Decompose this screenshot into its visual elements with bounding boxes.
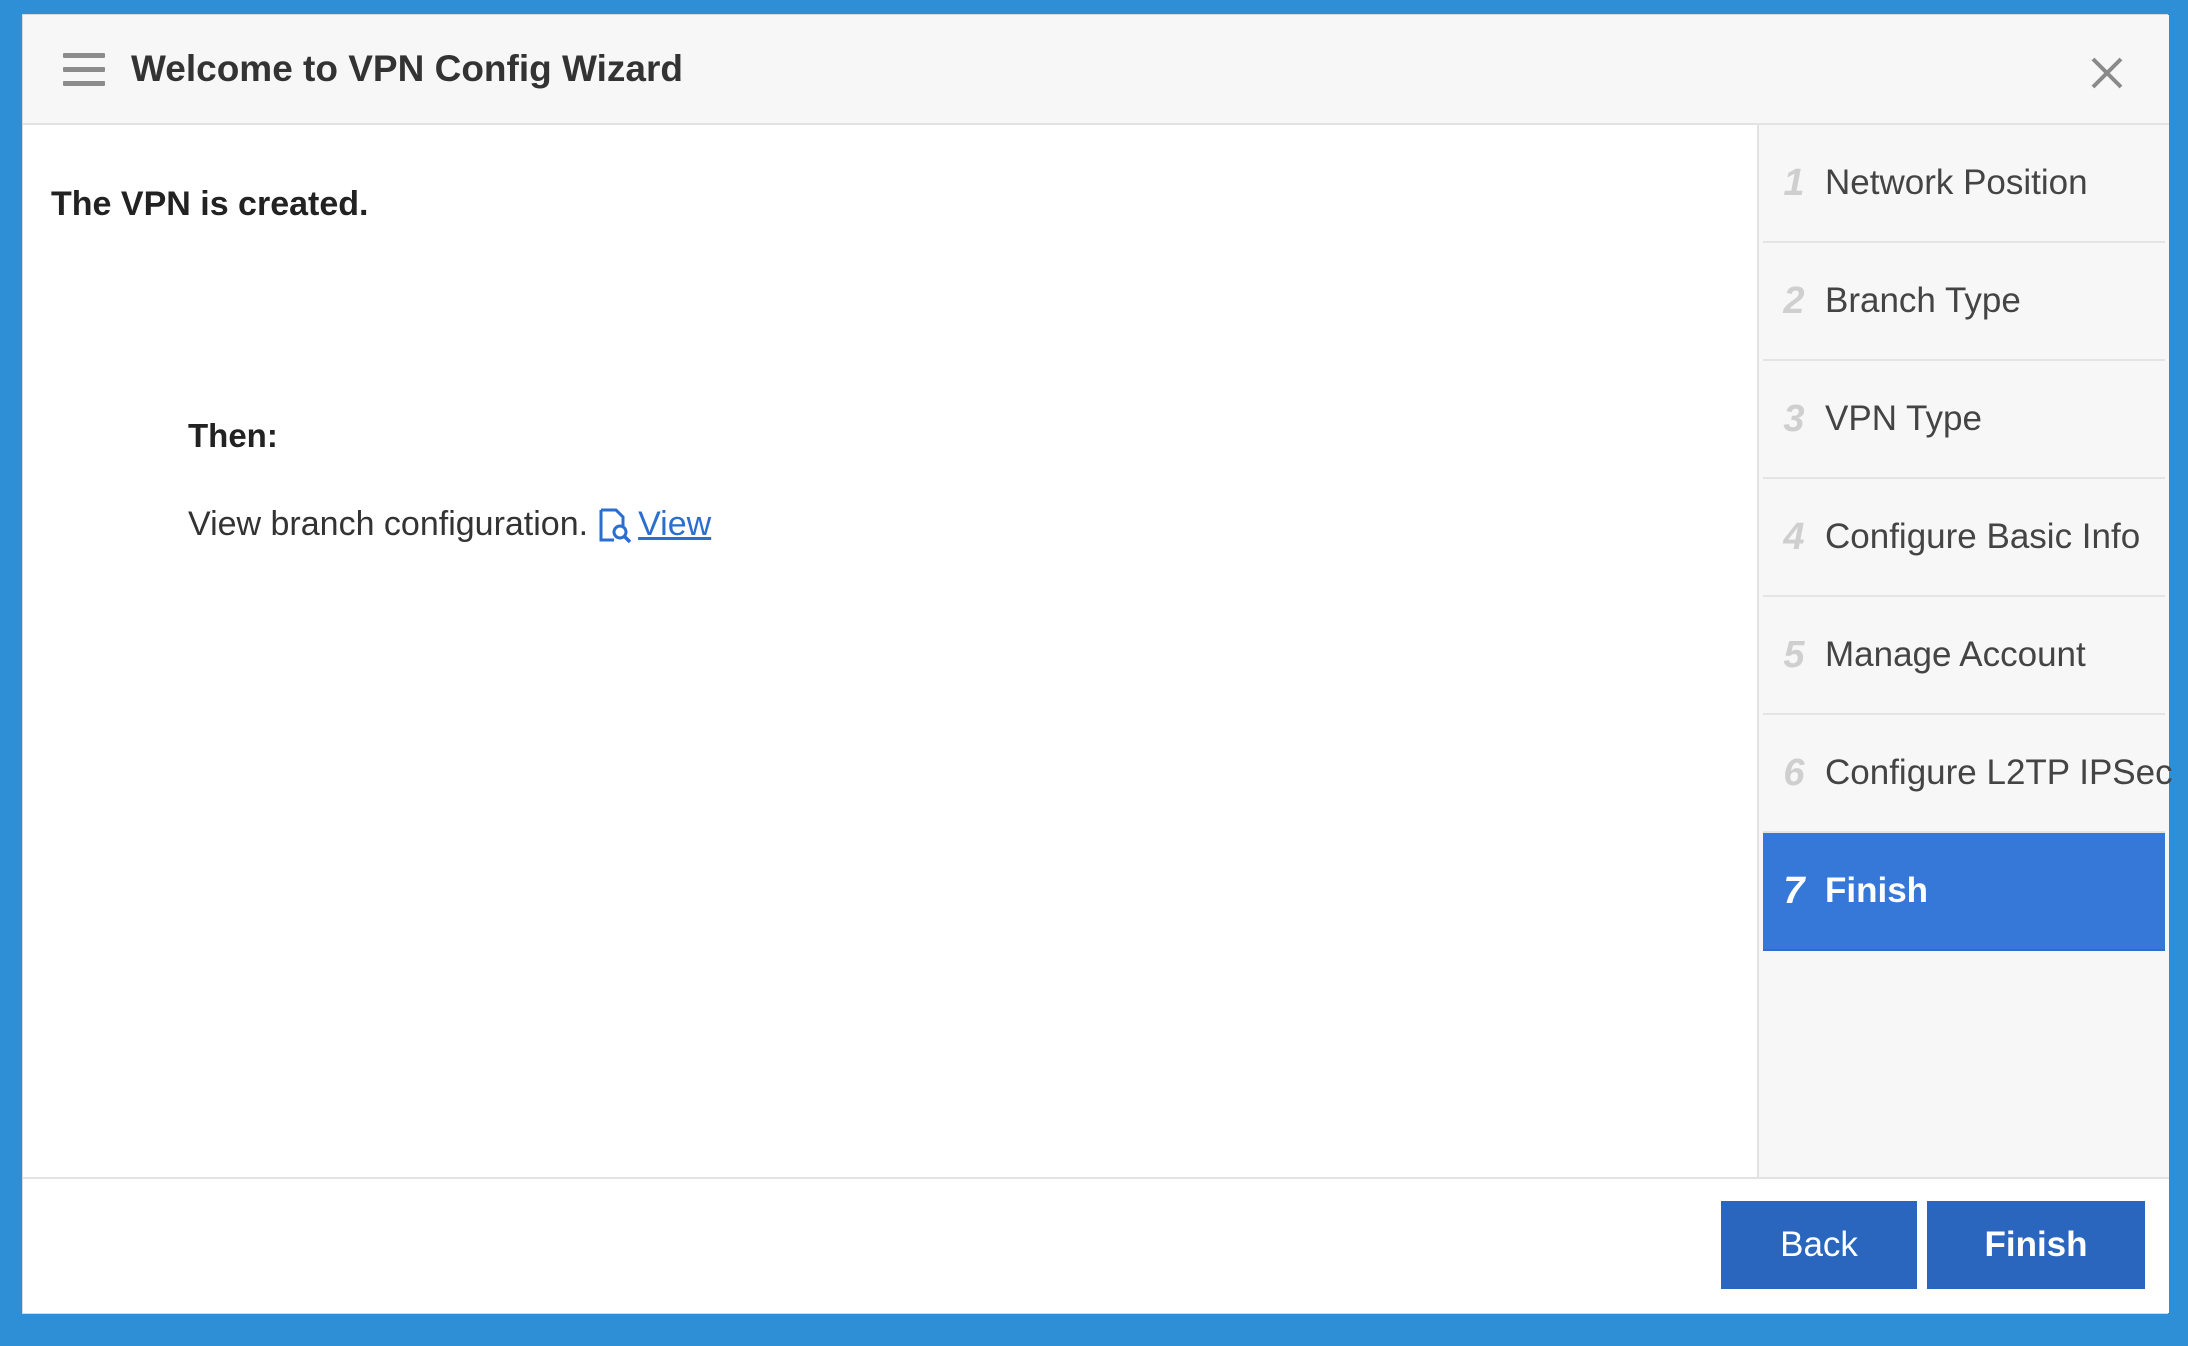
- view-branch-config-text: View branch configuration.: [188, 505, 589, 543]
- step-finish: 7 Finish: [1763, 833, 2165, 951]
- step-configure-l2tp-ipsec: 6 Configure L2TP IPSec: [1763, 715, 2173, 833]
- dialog-title: Welcome to VPN Config Wizard: [131, 48, 683, 89]
- footer-bar: Back Finish: [23, 1177, 2169, 1313]
- step-branch-type: 2 Branch Type: [1763, 243, 2165, 361]
- wizard-dialog: Welcome to VPN Config Wizard The VPN is …: [22, 14, 2173, 1314]
- step-number: 2: [1783, 279, 1805, 322]
- finish-button[interactable]: Finish: [1927, 1201, 2145, 1289]
- step-number: 4: [1783, 515, 1805, 558]
- step-vpn-type: 3 VPN Type: [1763, 361, 2165, 479]
- then-label: Then:: [188, 417, 278, 454]
- step-label: Branch Type: [1825, 281, 2021, 320]
- step-number: 6: [1783, 751, 1805, 794]
- step-label: Network Position: [1825, 163, 2088, 202]
- content-pane: The VPN is created. Then: View branch co…: [23, 125, 1757, 1177]
- hamburger-menu-icon[interactable]: [63, 53, 105, 87]
- step-manage-account: 5 Manage Account: [1763, 597, 2165, 715]
- step-number: 5: [1783, 633, 1805, 676]
- step-label: Finish: [1825, 871, 1929, 910]
- step-label: VPN Type: [1825, 399, 1982, 438]
- step-network-position: 1 Network Position: [1763, 125, 2165, 243]
- step-configure-basic-info: 4 Configure Basic Info: [1763, 479, 2165, 597]
- step-number: 7: [1783, 869, 1805, 912]
- back-button[interactable]: Back: [1721, 1201, 1917, 1289]
- step-label: Configure Basic Info: [1825, 517, 2141, 556]
- view-branch-config-line: View branch configuration. View: [188, 505, 711, 544]
- step-label: Manage Account: [1825, 635, 2086, 674]
- step-number: 1: [1783, 161, 1805, 204]
- wizard-steps-sidebar: 1 Network Position 2 Branch Type 3 VPN T…: [1757, 125, 2173, 1177]
- close-icon[interactable]: [2089, 55, 2125, 91]
- step-label: Configure L2TP IPSec: [1825, 753, 2173, 792]
- view-link[interactable]: View: [638, 505, 711, 544]
- vpn-created-message: The VPN is created.: [51, 185, 369, 223]
- document-search-icon[interactable]: [596, 506, 634, 544]
- step-number: 3: [1783, 397, 1805, 440]
- title-bar: Welcome to VPN Config Wizard: [23, 15, 2169, 125]
